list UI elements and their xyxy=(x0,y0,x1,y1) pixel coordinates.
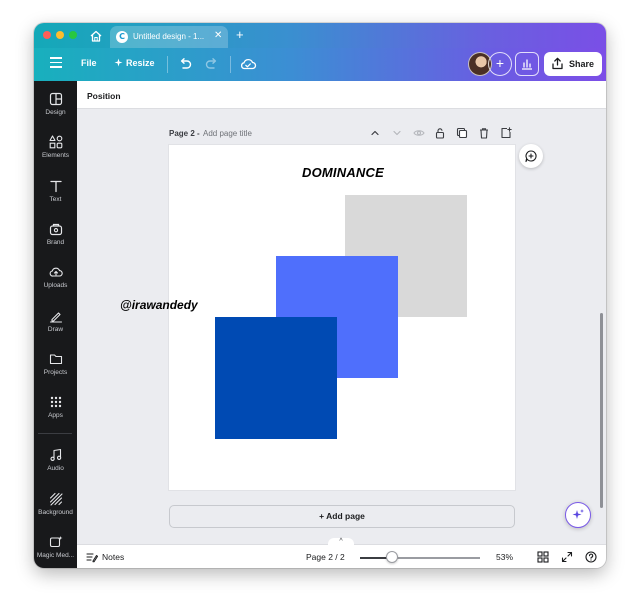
bottom-bar: ^ Notes Page 2 / 2 53% xyxy=(77,538,606,568)
sidebar-divider xyxy=(38,433,72,434)
resize-button[interactable]: Resize xyxy=(126,58,155,68)
sidebar-item-label: Design xyxy=(45,109,66,116)
sidebar-item-brand[interactable]: Brand xyxy=(34,222,77,262)
sidebar-item-label: Brand xyxy=(46,239,65,246)
design-page[interactable]: DOMINANCE @irawandedy xyxy=(120,145,515,490)
sidebar-item-label: Draw xyxy=(47,326,64,333)
page-indicator[interactable]: Page 2 / 2 xyxy=(306,552,345,562)
sidebar-item-magic-media[interactable]: Magic Med... xyxy=(34,535,77,568)
audio-icon xyxy=(49,448,61,461)
sidebar-item-draw[interactable]: Draw xyxy=(34,309,77,349)
sidebar-item-uploads[interactable]: Uploads xyxy=(34,265,77,305)
toolbar-divider xyxy=(230,56,231,73)
add-comment-button[interactable] xyxy=(519,144,543,168)
grid-view-icon[interactable] xyxy=(537,551,549,563)
add-collaborator-button[interactable]: + xyxy=(488,52,512,76)
add-page-icon[interactable] xyxy=(500,127,512,139)
zoom-level[interactable]: 53% xyxy=(496,552,513,562)
sidebar-item-label: Elements xyxy=(41,152,70,159)
new-tab-button[interactable]: + xyxy=(236,27,244,42)
hide-eye-icon[interactable] xyxy=(413,127,425,139)
trash-icon[interactable] xyxy=(478,127,490,139)
left-sidebar: Design Elements Text Brand Uploads Draw … xyxy=(34,81,77,568)
brand-icon xyxy=(49,223,62,236)
menu-icon[interactable] xyxy=(50,57,62,71)
fullscreen-icon[interactable] xyxy=(561,551,573,563)
context-toolbar: Position xyxy=(77,81,606,109)
tab-close-icon[interactable]: ✕ xyxy=(214,30,222,41)
help-icon[interactable] xyxy=(585,551,597,563)
uploads-icon xyxy=(49,267,63,277)
elements-icon xyxy=(48,135,62,149)
watermark-text: @irawandedy xyxy=(120,298,198,312)
vertical-scrollbar[interactable] xyxy=(600,313,603,508)
resize-sparkle-icon xyxy=(114,58,123,67)
notes-button[interactable]: Notes xyxy=(102,552,124,562)
sidebar-item-label: Projects xyxy=(43,369,68,376)
share-button[interactable]: Share xyxy=(544,52,602,76)
chevron-up-icon[interactable] xyxy=(369,127,381,139)
sidebar-item-audio[interactable]: Audio xyxy=(34,448,77,488)
file-menu-button[interactable]: File xyxy=(81,58,97,68)
add-page-button[interactable]: + Add page xyxy=(169,505,515,528)
dark-blue-square[interactable] xyxy=(215,317,337,439)
design-icon xyxy=(49,92,62,106)
sidebar-item-label: Background xyxy=(38,509,73,516)
sidebar-item-background[interactable]: Background xyxy=(34,492,77,532)
text-icon xyxy=(49,180,62,193)
collapse-pages-button[interactable]: ^ xyxy=(328,538,354,546)
sidebar-item-apps[interactable]: Apps xyxy=(34,395,77,435)
browser-tab[interactable]: C Untitled design - 1... ✕ xyxy=(110,26,228,48)
sidebar-item-text[interactable]: Text xyxy=(34,179,77,219)
sidebar-item-label: Magic Med... xyxy=(36,552,75,559)
apps-icon xyxy=(50,396,61,408)
sparkle-icon xyxy=(572,509,584,519)
home-icon[interactable] xyxy=(88,28,104,44)
cloud-save-icon[interactable] xyxy=(239,56,257,72)
browser-title-bar: C Untitled design - 1... ✕ + xyxy=(34,23,606,48)
zoom-slider-thumb[interactable] xyxy=(385,551,398,563)
sidebar-item-label: Uploads xyxy=(43,282,68,289)
sidebar-item-label: Apps xyxy=(48,412,63,419)
app-window: C Untitled design - 1... ✕ + File Resize… xyxy=(34,23,606,568)
insights-button[interactable] xyxy=(515,52,539,76)
page-title-input[interactable]: Add page title xyxy=(203,129,252,138)
duplicate-page-icon[interactable] xyxy=(456,127,468,139)
sidebar-item-design[interactable]: Design xyxy=(34,92,77,132)
share-label: Share xyxy=(569,59,595,69)
close-window-button[interactable] xyxy=(43,31,51,39)
chevron-down-icon[interactable] xyxy=(391,127,403,139)
draw-icon xyxy=(49,312,62,323)
canva-logo-icon: C xyxy=(116,31,128,43)
redo-icon[interactable] xyxy=(204,56,220,72)
sidebar-item-label: Audio xyxy=(47,465,64,472)
sidebar-item-elements[interactable]: Elements xyxy=(34,135,77,175)
maximize-window-button[interactable] xyxy=(69,31,77,39)
minimize-window-button[interactable] xyxy=(56,31,64,39)
undo-icon[interactable] xyxy=(177,56,193,72)
bar-chart-icon xyxy=(522,59,532,70)
zoom-slider-track[interactable] xyxy=(360,557,480,559)
canva-assistant-button[interactable] xyxy=(565,502,591,528)
notes-icon xyxy=(86,553,98,563)
design-heading[interactable]: DOMINANCE xyxy=(302,165,384,180)
magic-media-icon xyxy=(49,536,62,548)
lock-icon[interactable] xyxy=(434,127,446,139)
projects-icon xyxy=(49,354,62,365)
position-button[interactable]: Position xyxy=(87,91,121,101)
page-number-label: Page 2 - xyxy=(169,129,200,138)
background-icon xyxy=(49,492,63,506)
sidebar-item-projects[interactable]: Projects xyxy=(34,352,77,392)
toolbar-divider xyxy=(167,56,168,73)
editor-toolbar: File Resize + Share xyxy=(34,48,606,81)
sidebar-item-label: Text xyxy=(49,196,62,203)
share-icon xyxy=(552,57,563,70)
tab-title: Untitled design - 1... xyxy=(133,32,205,41)
comment-icon xyxy=(525,150,537,163)
